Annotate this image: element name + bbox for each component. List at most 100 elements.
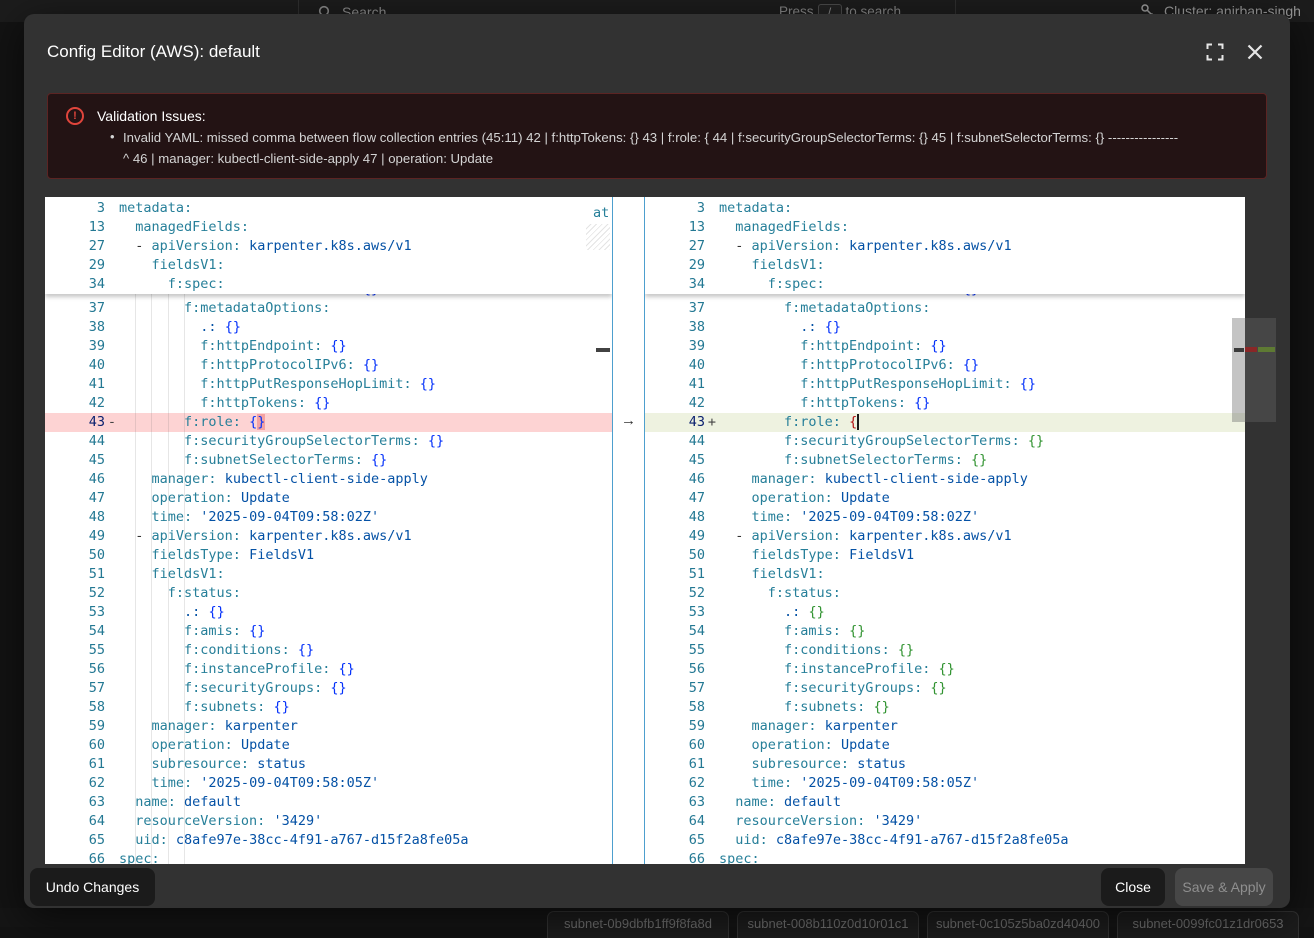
code-line-43: 43- f:role: {} — [45, 413, 612, 432]
dialog-title: Config Editor (AWS): default — [47, 42, 260, 62]
code-line-49: 49 - apiVersion: karpenter.k8s.aws/v1 — [45, 527, 612, 546]
overview-ruler[interactable] — [1245, 318, 1276, 422]
code-line-51: 51 fieldsV1: — [645, 565, 1245, 584]
bullet: • — [110, 129, 115, 144]
code-line-58: 58 f:subnets: {} — [45, 698, 612, 717]
code-line-37: 37 f:metadataOptions: — [45, 299, 612, 318]
revert-change-arrow-icon[interactable]: → — [613, 412, 644, 429]
sticky-scroll-original: 3metadata:13 managedFields:27 - apiVersi… — [45, 197, 612, 294]
code-line-45: 45 f:subnetSelectorTerms: {} — [45, 451, 612, 470]
code-line-47: 47 operation: Update — [645, 489, 1245, 508]
code-line-54: 54 f:amis: {} — [645, 622, 1245, 641]
code-line-61: 61 subresource: status — [645, 755, 1245, 774]
code-line-52: 52 f:status: — [645, 584, 1245, 603]
diff-sash[interactable]: → — [612, 197, 645, 864]
code-line-40: 40 f:httpProtocolIPv6: {} — [645, 356, 1245, 375]
alert-icon: ! — [66, 107, 84, 125]
code-line-50: 50 fieldsType: FieldsV1 — [645, 546, 1245, 565]
code-line-13: 13 managedFields: — [645, 218, 1245, 237]
code-line-27: 27 - apiVersion: karpenter.k8s.aws/v1 — [45, 237, 612, 256]
fullscreen-button[interactable] — [1206, 43, 1228, 65]
subnet-chip: subnet-0c105z5ba0zd40400 — [927, 911, 1109, 938]
code-line-55: 55 f:conditions: {} — [45, 641, 612, 660]
code-line-60: 60 operation: Update — [645, 736, 1245, 755]
modified-code: 36 f:amiSelectorTerms: {}37 f:metadataOp… — [645, 280, 1245, 864]
overview-inserted-mark — [1258, 347, 1275, 352]
original-pane[interactable]: 36 f:amiSelectorTerms: {}37 f:metadataOp… — [45, 197, 612, 864]
validation-banner: ! Validation Issues: • Invalid YAML: mis… — [47, 93, 1267, 179]
overview-removed-mark — [1245, 347, 1257, 352]
original-code: 36 f:amiSelectorTerms: {}37 f:metadataOp… — [45, 280, 612, 864]
original-overview-mark — [596, 348, 610, 352]
code-line-47: 47 operation: Update — [45, 489, 612, 508]
code-line-65: 65 uid: c8afe97e-38cc-4f91-a767-d15f2a8f… — [45, 831, 612, 850]
code-line-29: 29 fieldsV1: — [645, 256, 1245, 275]
code-line-39: 39 f:httpEndpoint: {} — [45, 337, 612, 356]
code-line-49: 49 - apiVersion: karpenter.k8s.aws/v1 — [645, 527, 1245, 546]
code-line-27: 27 - apiVersion: karpenter.k8s.aws/v1 — [645, 237, 1245, 256]
code-line-40: 40 f:httpProtocolIPv6: {} — [45, 356, 612, 375]
code-line-56: 56 f:instanceProfile: {} — [45, 660, 612, 679]
code-line-64: 64 resourceVersion: '3429' — [45, 812, 612, 831]
code-line-57: 57 f:securityGroups: {} — [45, 679, 612, 698]
code-line-46: 46 manager: kubectl-client-side-apply — [645, 470, 1245, 489]
indent-guide — [168, 280, 169, 864]
code-line-13: 13 managedFields: — [45, 218, 612, 237]
code-line-44: 44 f:securityGroupSelectorTerms: {} — [45, 432, 612, 451]
code-line-3: 3metadata: — [645, 199, 1245, 218]
code-line-64: 64 resourceVersion: '3429' — [645, 812, 1245, 831]
validation-message-line1: Invalid YAML: missed comma between flow … — [123, 130, 1178, 145]
code-line-53: 53 .: {} — [45, 603, 612, 622]
close-icon — [1246, 43, 1264, 61]
code-line-42: 42 f:httpTokens: {} — [45, 394, 612, 413]
clipped-text-fragment: at — [593, 205, 609, 221]
validation-message-line2: ^ 46 | manager: kubectl-client-side-appl… — [123, 151, 493, 166]
code-line-53: 53 .: {} — [645, 603, 1245, 622]
code-line-46: 46 manager: kubectl-client-side-apply — [45, 470, 612, 489]
fullscreen-icon — [1206, 43, 1224, 61]
code-line-58: 58 f:subnets: {} — [645, 698, 1245, 717]
indent-guide — [184, 280, 185, 864]
save-apply-button[interactable]: Save & Apply — [1175, 868, 1273, 906]
code-line-42: 42 f:httpTokens: {} — [645, 394, 1245, 413]
code-line-41: 41 f:httpPutResponseHopLimit: {} — [45, 375, 612, 394]
code-line-39: 39 f:httpEndpoint: {} — [645, 337, 1245, 356]
collapsed-region-hatch — [586, 224, 610, 250]
modified-pane[interactable]: 36 f:amiSelectorTerms: {}37 f:metadataOp… — [645, 197, 1245, 864]
code-line-45: 45 f:subnetSelectorTerms: {} — [645, 451, 1245, 470]
code-line-41: 41 f:httpPutResponseHopLimit: {} — [645, 375, 1245, 394]
code-line-56: 56 f:instanceProfile: {} — [645, 660, 1245, 679]
code-line-43: 43+ f:role: { — [645, 413, 1245, 432]
code-line-48: 48 time: '2025-09-04T09:58:02Z' — [45, 508, 612, 527]
code-line-65: 65 uid: c8afe97e-38cc-4f91-a767-d15f2a8f… — [645, 831, 1245, 850]
code-line-66: 66spec: — [45, 850, 612, 864]
code-line-59: 59 manager: karpenter — [45, 717, 612, 736]
code-line-44: 44 f:securityGroupSelectorTerms: {} — [645, 432, 1245, 451]
code-line-61: 61 subresource: status — [45, 755, 612, 774]
code-line-66: 66spec: — [645, 850, 1245, 864]
code-line-63: 63 name: default — [45, 793, 612, 812]
indent-guide — [151, 280, 152, 864]
subnet-chip: subnet-0b9dbfb1ff9f8fa8d — [547, 911, 729, 938]
config-editor-dialog: Config Editor (AWS): default ! Validatio… — [24, 14, 1290, 908]
close-button[interactable]: Close — [1101, 868, 1165, 906]
code-line-52: 52 f:status: — [45, 584, 612, 603]
scrollbar-slider[interactable] — [1232, 318, 1245, 422]
validation-title: Validation Issues: — [97, 108, 206, 124]
code-line-3: 3metadata: — [45, 199, 612, 218]
close-button-x[interactable] — [1246, 43, 1268, 65]
code-line-38: 38 .: {} — [645, 318, 1245, 337]
code-line-57: 57 f:securityGroups: {} — [645, 679, 1245, 698]
subnet-chip: subnet-0099fc01z1dr0653 — [1117, 911, 1299, 938]
code-line-34: 34 f:spec: — [45, 275, 612, 294]
scrollbar-cursor-mark — [1234, 348, 1244, 352]
code-line-55: 55 f:conditions: {} — [645, 641, 1245, 660]
code-line-62: 62 time: '2025-09-04T09:58:05Z' — [45, 774, 612, 793]
sticky-scroll-modified: 3metadata:13 managedFields:27 - apiVersi… — [645, 197, 1245, 294]
background-table-row: subnet-0b9dbfb1ff9f8fa8d subnet-008b110z… — [0, 908, 1314, 927]
undo-changes-button[interactable]: Undo Changes — [30, 868, 155, 906]
code-line-48: 48 time: '2025-09-04T09:58:02Z' — [645, 508, 1245, 527]
code-line-29: 29 fieldsV1: — [45, 256, 612, 275]
subnet-chip: subnet-008b110z0d10r01c1 — [737, 911, 919, 938]
diff-editor: 36 f:amiSelectorTerms: {}37 f:metadataOp… — [45, 197, 1245, 864]
